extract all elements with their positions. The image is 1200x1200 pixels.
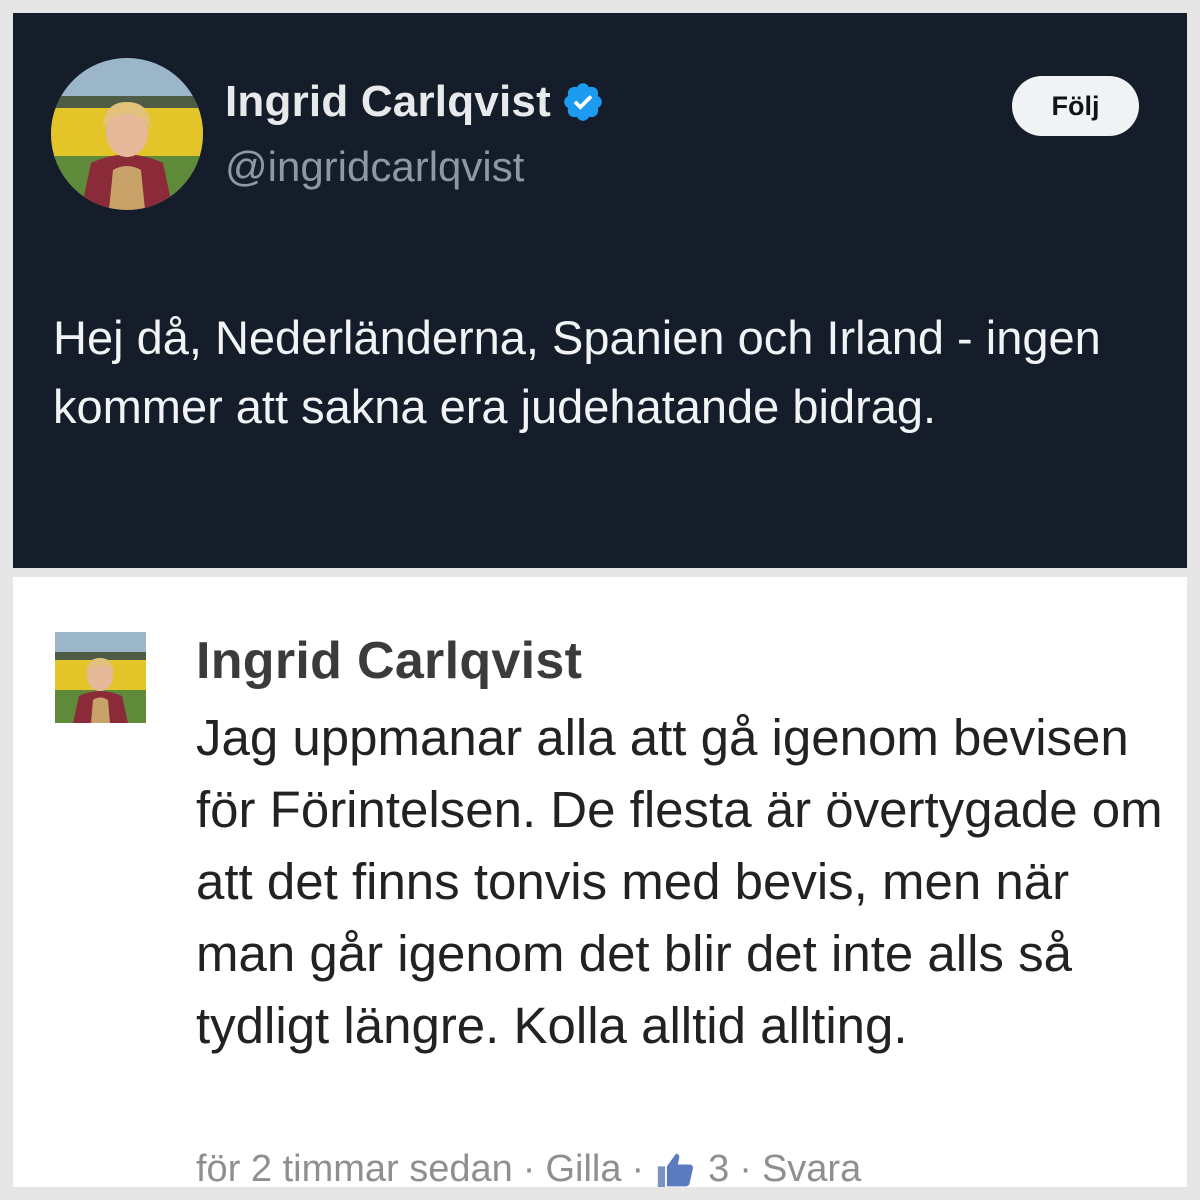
- like-count: 3: [708, 1148, 730, 1187]
- author-handle[interactable]: @ingridcarlqvist: [225, 143, 524, 191]
- avatar-photo-icon: [51, 58, 203, 210]
- author-name[interactable]: Ingrid Carlqvist: [225, 77, 551, 127]
- comment-author-name[interactable]: Ingrid Carlqvist: [196, 631, 582, 691]
- reply-link[interactable]: Svara: [762, 1148, 861, 1187]
- meta-separator: ·: [631, 1148, 645, 1187]
- meta-separator: ·: [739, 1148, 752, 1187]
- tweet-text: Hej då, Nederländerna, Spanien och Irlan…: [53, 311, 1101, 433]
- meta-separator: ·: [522, 1148, 536, 1187]
- comment-author-avatar[interactable]: [55, 632, 146, 723]
- comment-text: Jag uppmanar alla att gå igenom bevisen …: [196, 709, 1163, 1054]
- author-avatar[interactable]: [51, 58, 203, 210]
- tweet-card: Ingrid Carlqvist @ingridcarlqvist Följ H…: [13, 13, 1187, 568]
- comment-meta: för 2 timmar sedan · Gilla · 3 · Svara: [196, 1148, 861, 1187]
- thumbs-up-icon: [657, 1153, 694, 1187]
- like-link[interactable]: Gilla: [545, 1148, 621, 1187]
- comment-timestamp[interactable]: för 2 timmar sedan: [196, 1148, 513, 1187]
- comment-card: Ingrid Carlqvist Jag uppmanar alla att g…: [13, 577, 1187, 1187]
- author-name-row: Ingrid Carlqvist: [225, 77, 605, 127]
- follow-button[interactable]: Följ: [1012, 76, 1139, 136]
- verified-badge-icon: [564, 83, 602, 121]
- avatar-photo-icon: [55, 632, 146, 723]
